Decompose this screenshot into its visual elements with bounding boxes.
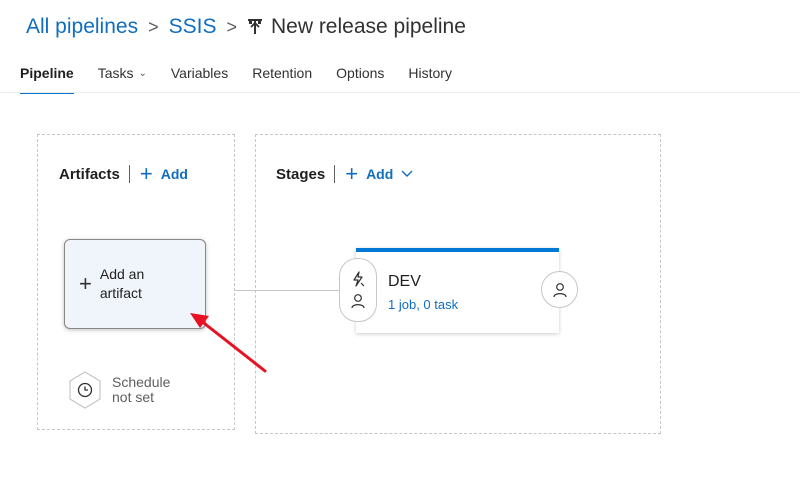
breadcrumb-separator: >: [148, 16, 159, 37]
page-title: New release pipeline: [270, 15, 466, 38]
stage-card-dev[interactable]: DEV 1 job, 0 task: [356, 248, 559, 333]
plus-icon: +: [139, 161, 153, 186]
person-icon: [552, 279, 568, 301]
add-artifact-button[interactable]: + Add: [140, 163, 188, 185]
add-artifact-label: Add an artifact: [99, 266, 145, 301]
breadcrumb: All pipelines > SSIS > New release pipel…: [26, 12, 466, 42]
divider: [334, 165, 336, 183]
schedule-trigger[interactable]: Schedule not set: [68, 371, 182, 409]
post-deployment-approvals[interactable]: [541, 271, 578, 308]
tab-label: Tasks: [97, 65, 134, 81]
tab-label: Pipeline: [20, 65, 74, 81]
tab-label: History: [408, 65, 452, 81]
breadcrumb-ssis[interactable]: SSIS: [169, 15, 217, 39]
artifacts-title: Artifacts: [59, 165, 120, 183]
artifacts-panel: Artifacts + Add + Add an artifact Schedu…: [37, 134, 235, 430]
lightning-bolt-icon[interactable]: [350, 268, 366, 290]
tab-pipeline[interactable]: Pipeline: [20, 62, 74, 94]
artifacts-header: Artifacts + Add: [59, 163, 188, 185]
stage-tasks-link[interactable]: 1 job, 0 task: [388, 297, 458, 312]
pre-deployment-conditions: [339, 258, 377, 322]
stages-title: Stages: [276, 165, 326, 183]
plus-icon: +: [79, 271, 92, 296]
tab-options[interactable]: Options: [336, 62, 384, 92]
chevron-down-icon: [401, 170, 413, 178]
tab-label: Variables: [170, 65, 229, 81]
stages-header: Stages + Add: [276, 163, 413, 185]
tab-retention[interactable]: Retention: [252, 62, 312, 92]
release-pipeline-icon: [247, 18, 263, 36]
tab-variables[interactable]: Variables: [171, 62, 228, 92]
breadcrumb-separator: >: [226, 16, 237, 37]
add-label: Add: [366, 166, 394, 182]
tabs-divider: [0, 92, 800, 93]
add-artifact-card[interactable]: + Add an artifact: [64, 239, 206, 329]
stage-name: DEV: [388, 273, 421, 290]
tab-label: Options: [336, 65, 385, 81]
add-label: Add: [160, 166, 188, 182]
chevron-down-icon: ⌄: [138, 68, 147, 79]
schedule-label: Schedule not set: [112, 374, 171, 405]
tab-tasks[interactable]: Tasks ⌄: [98, 62, 147, 92]
tab-history[interactable]: History: [408, 62, 452, 92]
tab-label: Retention: [252, 65, 313, 81]
breadcrumb-all-pipelines[interactable]: All pipelines: [26, 15, 138, 39]
add-stage-button[interactable]: + Add: [345, 163, 413, 185]
plus-icon: +: [345, 161, 359, 186]
person-icon[interactable]: [350, 290, 366, 312]
divider: [128, 165, 130, 183]
clock-icon: [69, 371, 101, 409]
tab-bar: Pipeline Tasks ⌄ Variables Retention Opti…: [20, 62, 476, 94]
